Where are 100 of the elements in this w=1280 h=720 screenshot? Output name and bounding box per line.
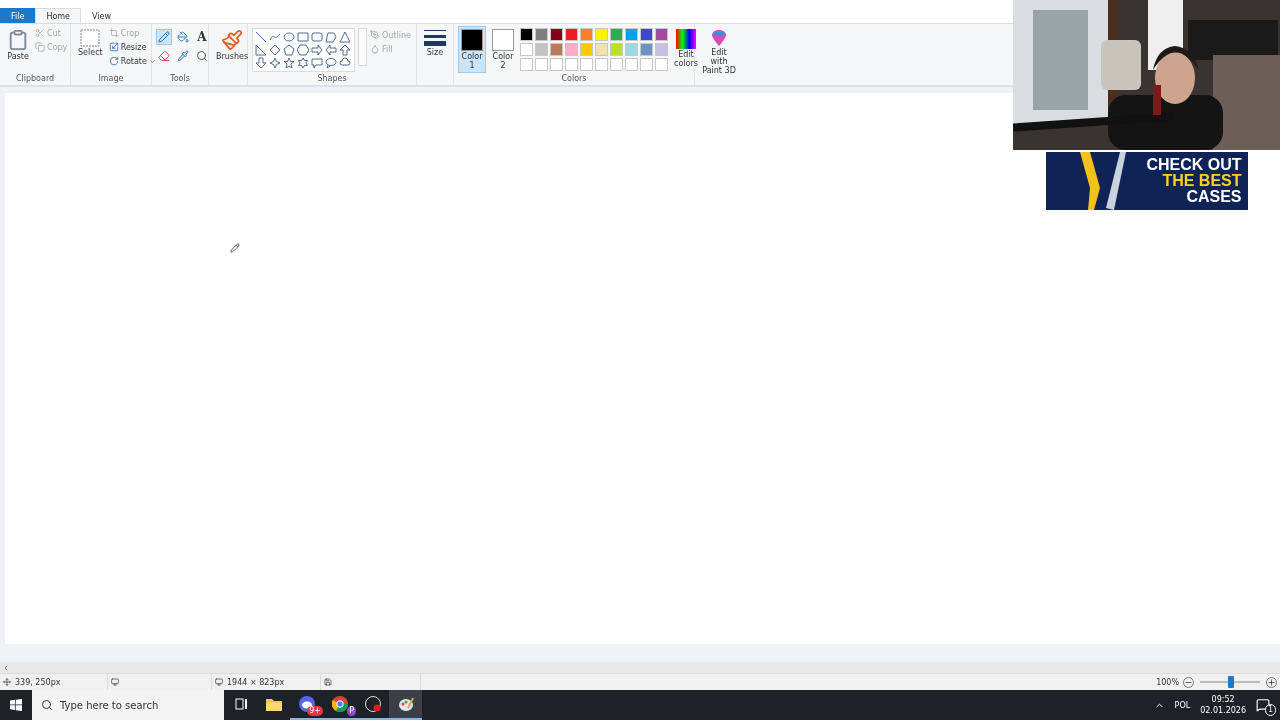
color-slot-button[interactable]: Color 1 — [458, 26, 486, 73]
brushes-button[interactable]: Brushes — [213, 26, 252, 64]
size-button[interactable]: Size — [421, 26, 449, 60]
text-tool[interactable]: A — [194, 29, 210, 45]
rectangle-icon[interactable] — [297, 31, 309, 43]
custom-color-slot[interactable] — [580, 58, 593, 71]
polygon-icon[interactable] — [325, 31, 337, 43]
cloud-icon[interactable] — [339, 57, 351, 69]
scissors-icon — [35, 28, 45, 38]
banner-text: CHECK OUT — [1146, 157, 1242, 173]
palette-color[interactable] — [610, 43, 623, 56]
up-arrow-icon[interactable] — [339, 44, 351, 56]
palette-color[interactable] — [535, 43, 548, 56]
clock-date[interactable]: 02.01.2026 — [1200, 705, 1246, 716]
language-indicator[interactable]: POL — [1174, 700, 1191, 710]
right-triangle-icon[interactable] — [255, 44, 267, 56]
eraser-tool[interactable] — [156, 48, 172, 64]
palette-color[interactable] — [580, 43, 593, 56]
pipette-tool[interactable] — [175, 48, 191, 64]
line-width-icon — [424, 29, 446, 47]
file-menu-tab[interactable]: File — [0, 8, 36, 23]
search-field[interactable]: Type here to search — [32, 690, 224, 720]
palette-color[interactable] — [520, 28, 533, 41]
taskbar-button[interactable]: P — [323, 690, 356, 720]
line-icon[interactable] — [255, 31, 267, 43]
eraser-icon — [158, 50, 170, 62]
magnifier-tool[interactable] — [194, 48, 210, 64]
drawing-canvas[interactable] — [5, 93, 1280, 644]
recorder-icon — [364, 696, 381, 712]
promo-banner[interactable]: CHECK OUT THE BEST CASES — [1045, 152, 1248, 210]
right-arrow-icon[interactable] — [311, 44, 323, 56]
scroll-left-icon[interactable] — [2, 663, 10, 672]
pen-icon — [370, 30, 380, 40]
palette-color[interactable] — [550, 28, 563, 41]
palette-color[interactable] — [655, 28, 668, 41]
clock-time[interactable]: 09:52 — [1211, 694, 1235, 705]
pipette-icon — [177, 50, 189, 62]
group-label: Colors — [560, 74, 588, 85]
custom-color-slot[interactable] — [520, 58, 533, 71]
star-icon[interactable] — [283, 57, 295, 69]
curve-icon[interactable] — [269, 31, 281, 43]
custom-color-slot[interactable] — [535, 58, 548, 71]
color-spectrum-icon — [675, 29, 696, 49]
four-point-star-icon[interactable] — [269, 57, 281, 69]
app-badge: 9+ — [307, 706, 323, 716]
oval-callout-icon[interactable] — [325, 57, 337, 69]
left-arrow-icon[interactable] — [325, 44, 337, 56]
task-view-icon — [234, 698, 247, 710]
palette-color[interactable] — [580, 28, 593, 41]
resize-button[interactable]: Resize — [108, 40, 156, 54]
custom-color-slot[interactable] — [550, 58, 563, 71]
edit-colors-button[interactable]: Edit colors — [671, 26, 701, 71]
diamond-icon[interactable] — [269, 44, 281, 56]
rotate-button[interactable]: Rotate — [108, 54, 156, 68]
palette-color[interactable] — [625, 43, 638, 56]
custom-color-slot[interactable] — [595, 58, 608, 71]
palette-color[interactable] — [640, 28, 653, 41]
palette-color[interactable] — [625, 28, 638, 41]
paste-button[interactable]: Paste — [4, 26, 32, 64]
taskbar-button[interactable]: 9+ — [290, 690, 323, 720]
palette-color[interactable] — [520, 43, 533, 56]
callout-icon[interactable] — [311, 57, 323, 69]
notifications-icon[interactable] — [1256, 698, 1270, 712]
selection-size-icon — [111, 678, 119, 686]
palette-color[interactable] — [595, 43, 608, 56]
crop-icon — [108, 28, 119, 38]
down-arrow-icon[interactable] — [255, 57, 267, 69]
zoom-in-icon[interactable] — [1266, 676, 1277, 688]
paint-bucket-icon — [177, 31, 189, 43]
palette-color[interactable] — [595, 28, 608, 41]
paint-bucket-tool[interactable] — [175, 29, 191, 45]
taskbar-button[interactable] — [389, 690, 422, 720]
hexagon-icon[interactable] — [297, 44, 309, 56]
droplet-icon — [370, 44, 380, 54]
ribbon-tab[interactable]: Home — [35, 8, 81, 23]
search-icon — [41, 699, 53, 711]
browser-icon — [331, 696, 348, 712]
custom-color-slot[interactable] — [655, 58, 668, 71]
pentagon-icon[interactable] — [283, 44, 295, 56]
custom-color-slot[interactable] — [610, 58, 623, 71]
palette-color[interactable] — [565, 28, 578, 41]
custom-color-slot[interactable] — [625, 58, 638, 71]
palette-color[interactable] — [655, 43, 668, 56]
palette-color[interactable] — [610, 28, 623, 41]
palette-color[interactable] — [550, 43, 563, 56]
select-button[interactable]: Select — [75, 26, 106, 60]
color-slot-button[interactable]: Color 2 — [489, 26, 517, 73]
palette-color[interactable] — [565, 43, 578, 56]
start-icon[interactable] — [10, 699, 22, 711]
triangle-icon[interactable] — [339, 31, 351, 43]
custom-color-slot[interactable] — [565, 58, 578, 71]
custom-color-slot[interactable] — [640, 58, 653, 71]
palette-color[interactable] — [640, 43, 653, 56]
gallery-scroll-bar[interactable] — [358, 28, 367, 66]
notification-count: 1 — [1264, 704, 1276, 716]
pencil-tool[interactable] — [156, 29, 172, 45]
group-label: Clipboard — [14, 74, 56, 85]
six-point-star-icon[interactable] — [297, 57, 309, 69]
palette-color[interactable] — [535, 28, 548, 41]
paint-3d-button[interactable]: Edit with Paint 3D — [699, 26, 739, 78]
